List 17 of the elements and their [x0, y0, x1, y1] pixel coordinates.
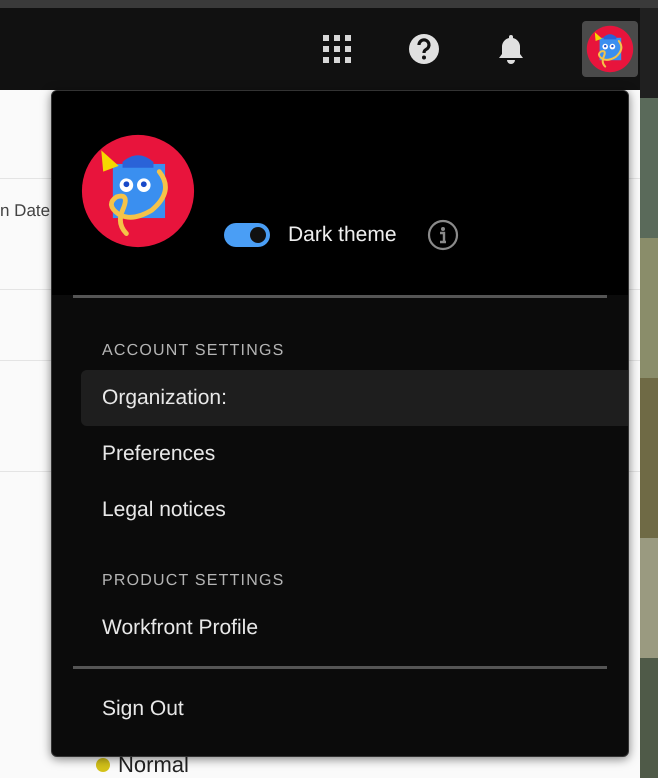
account-avatar-button[interactable]: [582, 21, 638, 77]
section-heading: ACCOUNT SETTINGS: [101, 341, 286, 361]
apps-grid-icon[interactable]: [322, 34, 352, 64]
info-icon[interactable]: [426, 219, 459, 251]
status-text: Normal: [118, 752, 189, 778]
status-dot: [96, 758, 110, 772]
notification-bell-icon[interactable]: [496, 33, 526, 65]
sign-out-item[interactable]: Sign Out: [81, 681, 628, 737]
menu-item[interactable]: Organization:: [81, 370, 628, 426]
menu-item[interactable]: Preferences: [81, 426, 628, 482]
column-header: n Date: [0, 201, 50, 221]
dark-theme-switch[interactable]: [224, 223, 270, 247]
menu-item[interactable]: Legal notices: [81, 482, 628, 538]
dark-theme-label: Dark theme: [288, 223, 397, 247]
menu-item[interactable]: Workfront Profile: [81, 600, 628, 656]
help-icon[interactable]: [408, 33, 440, 65]
section-heading: PRODUCT SETTINGS: [101, 571, 286, 591]
